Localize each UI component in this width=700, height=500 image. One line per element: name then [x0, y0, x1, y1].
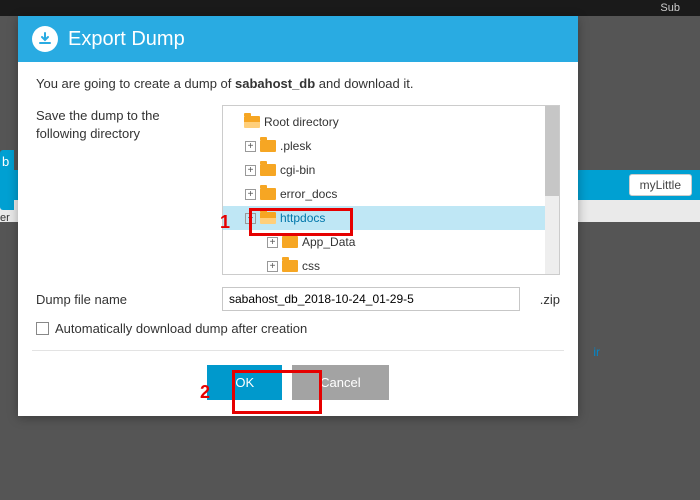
tree-cgi-bin[interactable]: + cgi-bin: [223, 158, 559, 182]
dir-label: Save the dump to the following directory: [36, 105, 206, 275]
folder-icon: [282, 236, 298, 248]
download-icon: [32, 26, 58, 52]
modal-header: Export Dump: [18, 16, 578, 62]
tree-httpdocs[interactable]: − httpdocs: [223, 206, 559, 230]
bg-mylittle-btn[interactable]: myLittle: [629, 174, 692, 196]
folder-icon: [260, 164, 276, 176]
folder-icon: [244, 116, 260, 128]
tree-css[interactable]: + css: [223, 254, 559, 275]
export-dump-modal: Export Dump You are going to create a du…: [18, 16, 578, 416]
folder-icon: [260, 188, 276, 200]
directory-tree[interactable]: Root directory + .plesk + cgi-bin + erro…: [222, 105, 560, 275]
tree-scrollthumb[interactable]: [545, 106, 559, 196]
intro-text: You are going to create a dump of sabaho…: [36, 76, 560, 91]
auto-download-label: Automatically download dump after creati…: [55, 321, 307, 336]
bg-left-tab: b: [0, 150, 14, 210]
bg-link-frag: ir: [593, 345, 600, 359]
filename-input[interactable]: [222, 287, 520, 311]
filename-label: Dump file name: [36, 292, 206, 307]
tree-plesk[interactable]: + .plesk: [223, 134, 559, 158]
folder-icon: [260, 140, 276, 152]
ok-button[interactable]: OK: [207, 365, 282, 400]
modal-title: Export Dump: [68, 28, 185, 51]
page-topbar: Sub: [0, 0, 700, 16]
filename-ext: .zip: [536, 292, 560, 307]
folder-icon: [282, 260, 298, 272]
tree-root[interactable]: Root directory: [223, 110, 559, 134]
folder-icon: [260, 212, 276, 224]
annotation-number-1: 1: [220, 212, 230, 233]
divider: [32, 350, 564, 351]
tree-app-data[interactable]: + App_Data: [223, 230, 559, 254]
auto-download-checkbox[interactable]: [36, 322, 49, 335]
annotation-number-2: 2: [200, 382, 210, 403]
tree-error-docs[interactable]: + error_docs: [223, 182, 559, 206]
auto-download-row[interactable]: Automatically download dump after creati…: [36, 321, 560, 336]
bg-left-small: er: [0, 212, 10, 224]
cancel-button[interactable]: Cancel: [292, 365, 388, 400]
